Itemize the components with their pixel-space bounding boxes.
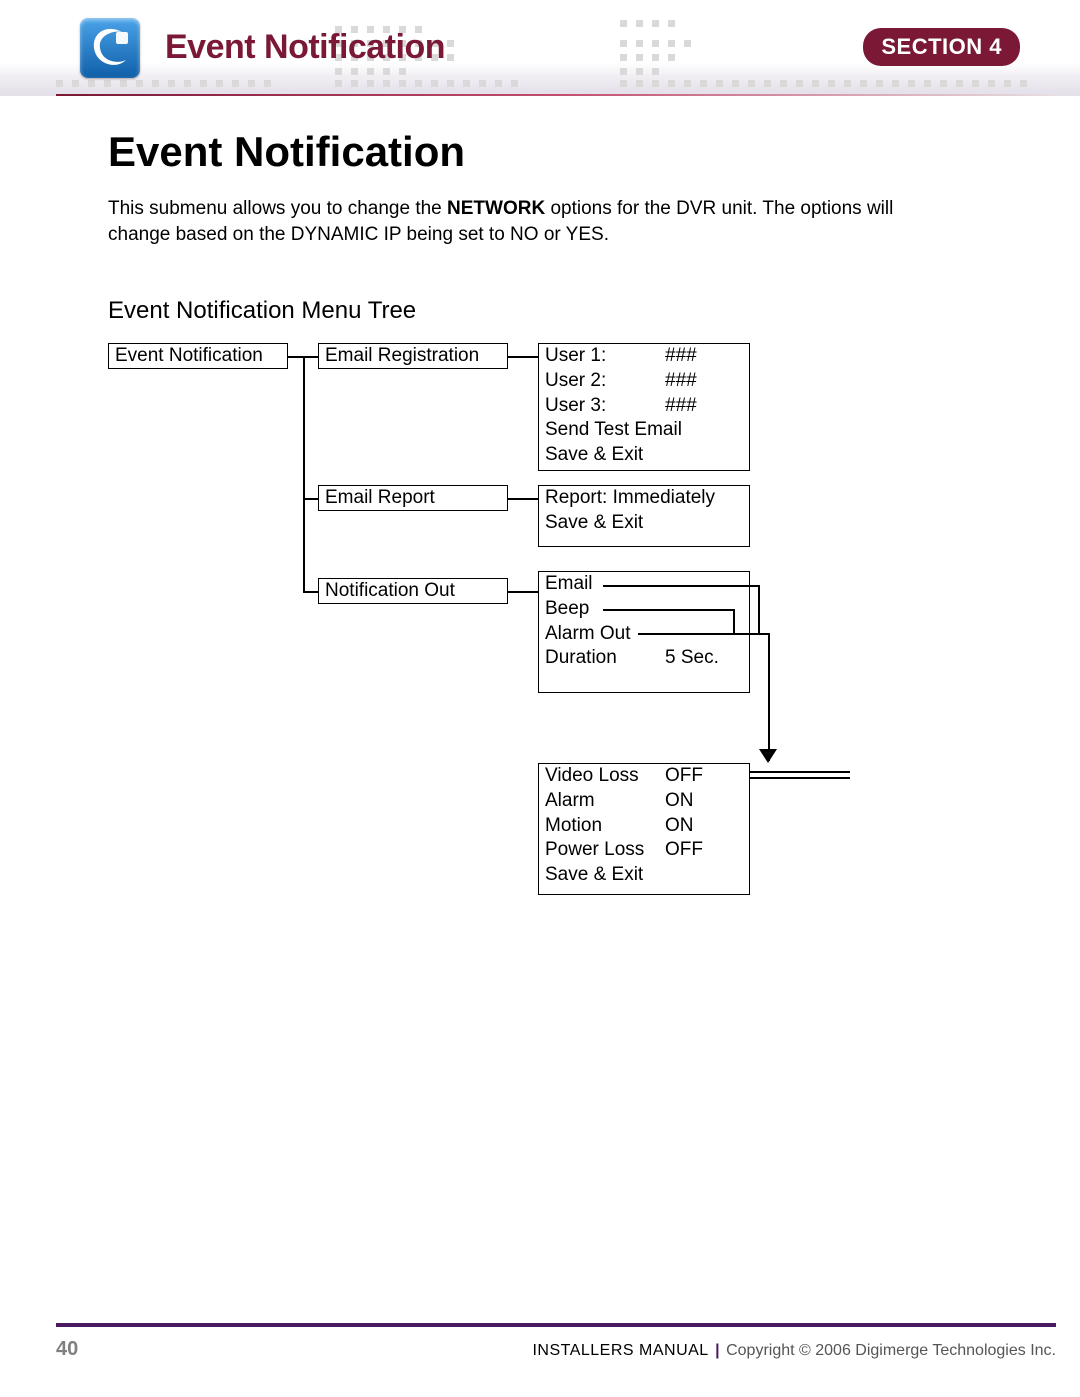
- tree-item-value: 5 Sec.: [665, 646, 719, 671]
- page-number: 40: [56, 1338, 78, 1361]
- tree-item-value: ON: [665, 789, 694, 814]
- header-divider: [56, 94, 1056, 96]
- tree-item: Report: Immediately: [545, 486, 743, 511]
- footer-separator: |: [715, 1342, 719, 1359]
- tree-item: Save & Exit: [545, 443, 743, 468]
- subheading: Event Notification Menu Tree: [108, 297, 1056, 325]
- tree-item-key: User 3:: [545, 394, 665, 419]
- tree-branch-box: Email Registration: [318, 343, 508, 369]
- tree-root-label: Event Notification: [115, 345, 263, 366]
- footer-copyright: Copyright © 2006 Digimerge Technologies …: [726, 1342, 1056, 1359]
- tree-line: [508, 498, 538, 500]
- tree-line: [303, 591, 318, 593]
- tree-line: [758, 585, 760, 633]
- header-title: Event Notification: [165, 28, 445, 67]
- tree-line: [303, 356, 318, 358]
- dots-decoration: [620, 54, 675, 61]
- tree-item-value: OFF: [665, 764, 703, 789]
- tree-item-key: User 1:: [545, 344, 665, 369]
- intro-paragraph: This submenu allows you to change the NE…: [108, 196, 938, 247]
- dots-decoration: [620, 68, 659, 75]
- arrow-down-icon: [759, 749, 777, 765]
- tree-item-value: ON: [665, 814, 694, 839]
- tree-item-key: Video Loss: [545, 764, 665, 789]
- tree-item-key: Duration: [545, 646, 665, 671]
- brand-logo-icon: [80, 18, 140, 78]
- page-content: Event Notification This submenu allows y…: [56, 110, 1056, 903]
- tree-item-key: User 2:: [545, 369, 665, 394]
- footer-text: INSTALLERS MANUAL | Copyright © 2006 Dig…: [532, 1342, 1056, 1360]
- footer-divider: [56, 1323, 1056, 1327]
- tree-line: [288, 356, 303, 358]
- tree-branch-label: Notification Out: [325, 580, 455, 601]
- tree-line: [638, 633, 768, 635]
- tree-branch-label: Email Registration: [325, 345, 479, 366]
- dots-decoration: [335, 68, 406, 75]
- tree-line: [603, 585, 758, 587]
- tree-line: [750, 777, 850, 779]
- tree-detail-box: Report: Immediately Save & Exit: [538, 485, 750, 547]
- footer-manual-name: INSTALLERS MANUAL: [532, 1342, 708, 1359]
- tree-line: [750, 771, 850, 773]
- page-footer: 40 INSTALLERS MANUAL | Copyright © 2006 …: [56, 1338, 1056, 1361]
- dots-decoration: [620, 40, 691, 47]
- tree-item-value: ###: [665, 369, 697, 394]
- tree-line: [303, 356, 305, 592]
- dots-decoration: [335, 80, 518, 87]
- dots-decoration: [56, 80, 271, 87]
- tree-item: Save & Exit: [545, 511, 743, 536]
- tree-item: Send Test Email: [545, 418, 743, 443]
- tree-detail-box: Email Beep Alarm Out Duration5 Sec.: [538, 571, 750, 693]
- tree-branch-box: Email Report: [318, 485, 508, 511]
- tree-line: [508, 591, 538, 593]
- tree-branch-label: Email Report: [325, 487, 435, 508]
- tree-item-key: Alarm: [545, 789, 665, 814]
- tree-root-box: Event Notification: [108, 343, 288, 369]
- dots-decoration: [620, 80, 1027, 87]
- tree-line: [768, 633, 770, 761]
- menu-tree-diagram: Event Notification Email Registration Us…: [108, 343, 1056, 903]
- tree-item-value: ###: [665, 344, 697, 369]
- tree-item-key: Power Loss: [545, 838, 665, 863]
- tree-detail-box: User 1:### User 2:### User 3:### Send Te…: [538, 343, 750, 471]
- content-title: Event Notification: [108, 128, 1056, 176]
- section-badge: SECTION 4: [863, 28, 1020, 66]
- tree-item-key: Motion: [545, 814, 665, 839]
- page-header: Event Notification SECTION 4: [0, 0, 1080, 96]
- tree-item: Save & Exit: [545, 863, 743, 888]
- dots-decoration: [620, 20, 675, 27]
- tree-item-value: OFF: [665, 838, 703, 863]
- tree-line: [733, 609, 735, 633]
- tree-detail-box: Video LossOFF AlarmON MotionON Power Los…: [538, 763, 750, 895]
- intro-bold: NETWORK: [447, 198, 545, 219]
- intro-text: This submenu allows you to change the: [108, 198, 447, 219]
- tree-line: [303, 498, 318, 500]
- tree-branch-box: Notification Out: [318, 578, 508, 604]
- tree-line: [603, 609, 733, 611]
- tree-line: [508, 356, 538, 358]
- tree-item-value: ###: [665, 394, 697, 419]
